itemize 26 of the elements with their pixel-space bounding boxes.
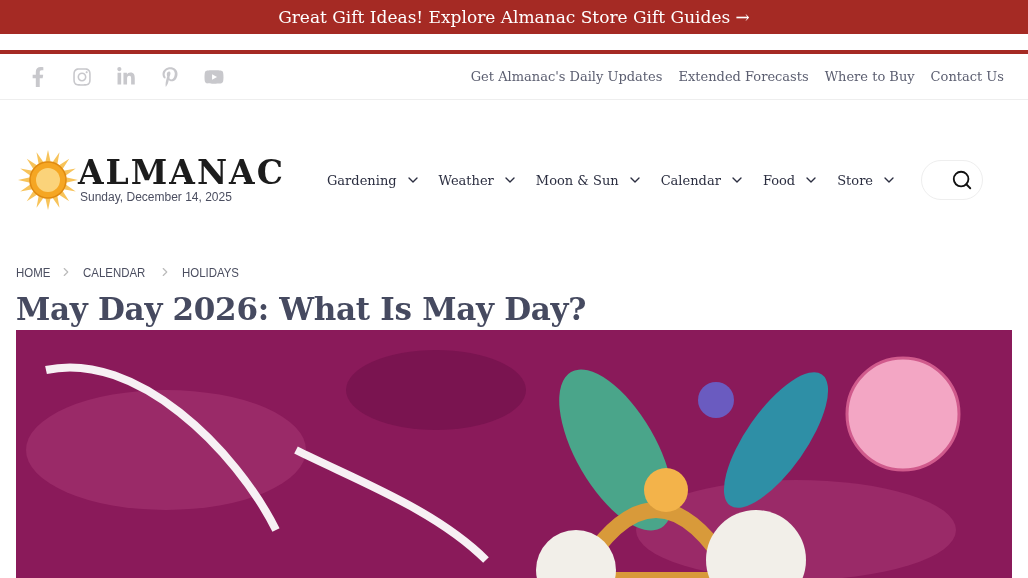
linkedin-icon xyxy=(116,66,136,87)
breadcrumb-link[interactable]: HOME xyxy=(16,264,51,280)
nav-menu-item[interactable]: Weather xyxy=(438,172,518,188)
utility-link[interactable]: Extended Forecasts xyxy=(678,69,809,84)
promo-banner[interactable]: Great Gift Ideas! Explore Almanac Store Gift Guides → xyxy=(0,0,1028,34)
pinterest-icon xyxy=(160,66,180,87)
utility-link[interactable]: Contact Us xyxy=(930,69,1004,84)
logo-wordmark: ALMANAC xyxy=(78,156,285,190)
breadcrumb-link[interactable]: CALENDAR xyxy=(83,264,146,280)
search-icon xyxy=(951,169,974,191)
search-button[interactable] xyxy=(921,160,984,200)
nav-menu-item[interactable]: Store xyxy=(837,172,898,188)
social-link[interactable] xyxy=(72,66,92,87)
breadcrumb-link[interactable]: HOLIDAYS xyxy=(181,264,239,280)
article-title: May Day 2026: What Is May Day? xyxy=(16,290,588,329)
current-date: Sunday, December 14, 2025 xyxy=(80,190,233,204)
social-link[interactable] xyxy=(116,66,136,87)
nav-menu-item[interactable]: Calendar xyxy=(660,172,745,188)
social-link[interactable] xyxy=(160,66,180,87)
utility-link[interactable]: Get Almanac's Daily Updates xyxy=(470,69,663,84)
nav-menu-item[interactable]: Gardening xyxy=(327,172,421,188)
instagram-icon xyxy=(72,66,92,87)
nav-menu-item[interactable]: Food xyxy=(762,172,820,188)
utility-link[interactable]: Where to Buy xyxy=(824,69,915,84)
nav-menu-item[interactable]: Moon & Sun xyxy=(535,172,643,188)
site-logo[interactable]: ALMANAC Sunday, December 14, 2025 xyxy=(16,148,285,212)
